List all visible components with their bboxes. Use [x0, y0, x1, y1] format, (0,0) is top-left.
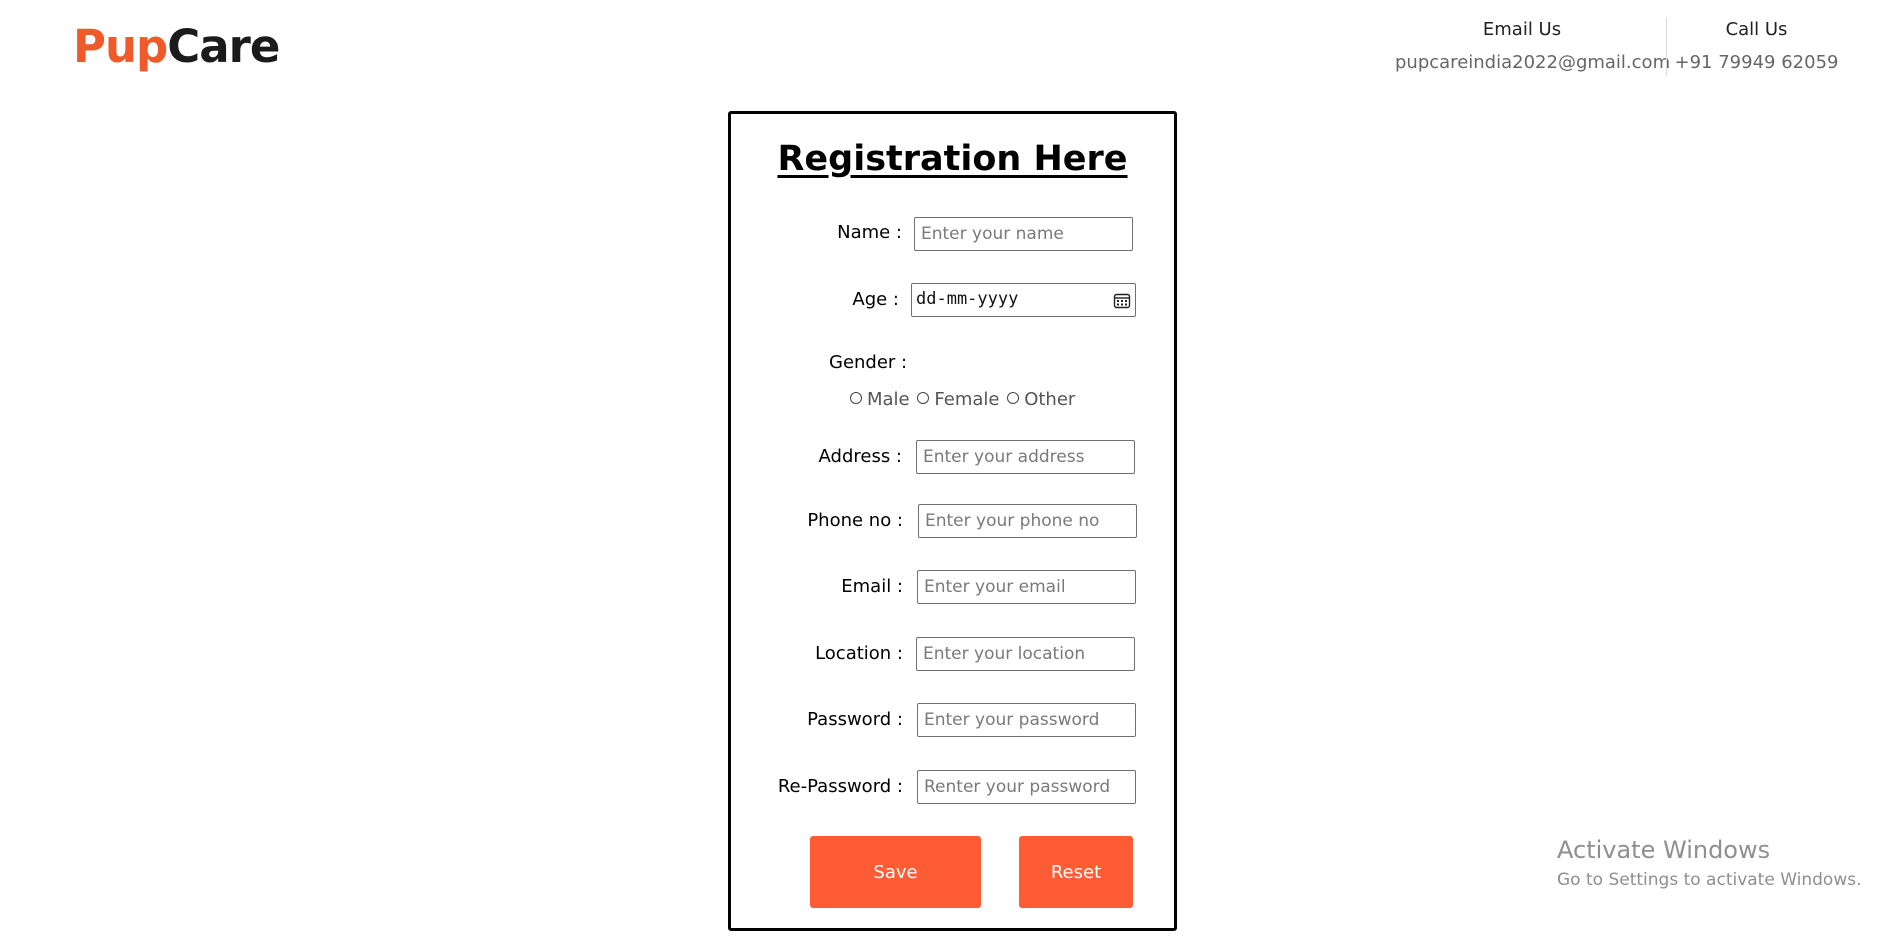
gender-other-radio[interactable]: [1007, 392, 1020, 404]
repassword-label: Re-Password :: [777, 776, 903, 797]
repassword-input[interactable]: [917, 770, 1136, 804]
gender-radio-group: Male Female Other: [850, 388, 1077, 412]
age-date-value: dd-mm-yyyy: [916, 289, 1019, 309]
calendar-icon[interactable]: [1113, 292, 1131, 310]
registration-form: Registration Here Name : Age : dd-mm-yyy…: [728, 111, 1177, 931]
contact-call: Call Us +91 79949 62059: [1664, 16, 1849, 75]
phone-input[interactable]: [918, 504, 1137, 538]
email-label: Email :: [841, 576, 903, 597]
watermark-title: Activate Windows: [1557, 836, 1771, 864]
name-input[interactable]: [914, 217, 1133, 251]
reset-button[interactable]: Reset: [1019, 836, 1133, 908]
brand-logo[interactable]: PupCare: [73, 20, 280, 73]
brand-logo-part1: Pup: [73, 20, 168, 73]
save-button[interactable]: Save: [810, 836, 981, 908]
gender-female-radio[interactable]: [917, 392, 930, 404]
phone-label: Phone no :: [807, 510, 903, 531]
address-label: Address :: [818, 446, 902, 467]
age-date-input[interactable]: dd-mm-yyyy: [911, 283, 1136, 317]
email-address-link[interactable]: pupcareindia2022@gmail.com: [1395, 51, 1670, 75]
call-us-title: Call Us: [1725, 19, 1788, 40]
email-input[interactable]: [917, 570, 1136, 604]
gender-male-radio[interactable]: [850, 392, 862, 404]
age-label: Age :: [852, 289, 899, 310]
gender-female-label: Female: [934, 389, 1000, 410]
gender-label: Gender :: [829, 352, 908, 373]
gender-male-label: Male: [867, 389, 910, 410]
email-us-title: Email Us: [1482, 19, 1562, 40]
location-label: Location :: [815, 643, 903, 664]
address-input[interactable]: [916, 440, 1135, 474]
brand-logo-part2: Care: [167, 20, 280, 73]
location-input[interactable]: [916, 637, 1135, 671]
gender-other-label: Other: [1024, 389, 1076, 410]
contact-email: Email Us pupcareindia2022@gmail.com: [1395, 16, 1670, 75]
watermark-subtitle: Go to Settings to activate Windows.: [1557, 870, 1862, 890]
activate-windows-watermark: Activate Windows Go to Settings to activ…: [1557, 835, 1862, 892]
form-title: Registration Here: [777, 139, 1128, 179]
password-label: Password :: [807, 709, 903, 730]
password-input[interactable]: [917, 703, 1136, 737]
name-label: Name :: [837, 222, 902, 243]
phone-number-link[interactable]: +91 79949 62059: [1664, 51, 1849, 75]
